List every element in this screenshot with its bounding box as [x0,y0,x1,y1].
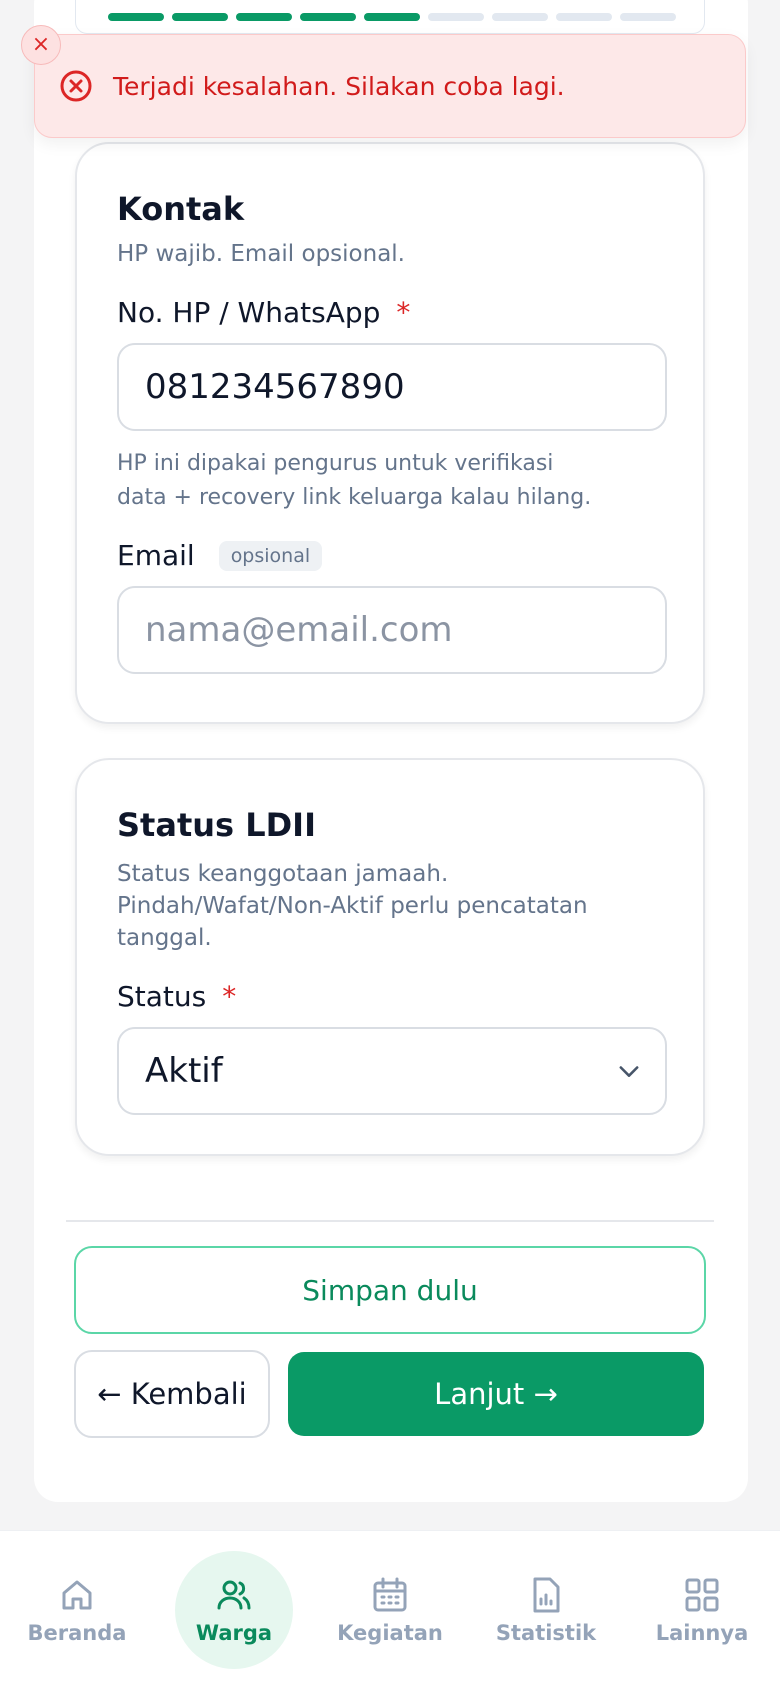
status-card: Status LDII Status keanggotaan jamaah. P… [75,758,705,1156]
status-title: Status LDII [117,806,316,844]
nav-label: Kegiatan [337,1621,443,1645]
progress-step-7 [492,13,548,21]
progress-step-6 [428,13,484,21]
nav-item-kegiatan[interactable]: Kegiatan [331,1551,449,1669]
next-button[interactable]: Lanjut → [288,1352,704,1436]
optional-badge: opsional [218,540,323,571]
progress-step-5 [364,13,420,21]
nav-label: Statistik [495,1621,597,1645]
nav-label: Beranda [27,1621,127,1645]
progress-step-8 [556,13,612,21]
phone-input[interactable]: 081234567890 [117,343,667,431]
email-input[interactable]: nama@email.com [117,586,667,674]
back-button[interactable]: ← Kembali [74,1350,270,1438]
toast-message: Terjadi kesalahan. Silakan coba lagi. [113,71,565,101]
error-toast: × Terjadi kesalahan. Silakan coba lagi. [21,25,746,138]
progress-step-4 [300,13,356,21]
nav-item-lainnya[interactable]: Lainnya [643,1551,761,1669]
status-label: Status * [117,980,663,1013]
contact-subtitle: HP wajib. Email opsional. [117,241,405,267]
contact-card: Kontak HP wajib. Email opsional. No. HP … [75,142,705,724]
progress-step-3 [236,13,292,21]
status-subtitle: Status keanggotaan jamaah. Pindah/Wafat/… [117,861,588,951]
nav-label: Warga [195,1621,273,1645]
phone-help-text: HP ini dipakai pengurus untuk verifikasi… [117,451,592,510]
required-mark: * [222,980,237,1013]
progress-step-1 [108,13,164,21]
progress-step-2 [172,13,228,21]
chart-file-icon [533,1577,560,1613]
phone-label: No. HP / WhatsApp * [117,296,663,329]
email-label: Email opsional [117,539,663,572]
contact-title: Kontak [117,190,245,228]
status-select-value: Aktif [145,1051,223,1091]
phone-label-text: No. HP / WhatsApp [117,296,381,329]
users-icon [217,1580,251,1610]
grid-icon [685,1578,719,1612]
save-draft-button[interactable]: Simpan dulu [74,1246,706,1334]
status-select[interactable]: Aktif [117,1027,667,1115]
chevron-down-icon [615,1057,643,1085]
required-mark: * [396,296,411,329]
email-label-text: Email [117,539,195,572]
nav-item-statistik[interactable]: Statistik [487,1551,605,1669]
nav-item-beranda[interactable]: Beranda [18,1551,136,1669]
nav-item-warga[interactable]: Warga [175,1551,293,1669]
progress-step-9 [620,13,676,21]
bottom-navigation: Beranda Warga Kegiatan Statistik Lainnya [0,1530,780,1688]
close-icon[interactable]: × [21,25,61,65]
status-label-text: Status [117,980,207,1013]
step-progress-bar [108,13,676,21]
actions-divider [66,1220,714,1222]
calendar-icon [373,1577,407,1612]
phone-input-value: 081234567890 [145,367,405,407]
error-circle-icon [59,69,93,103]
nav-label: Lainnya [655,1621,749,1645]
email-input-placeholder: nama@email.com [145,610,453,650]
step-progress-container [75,0,705,34]
home-icon [62,1580,92,1610]
